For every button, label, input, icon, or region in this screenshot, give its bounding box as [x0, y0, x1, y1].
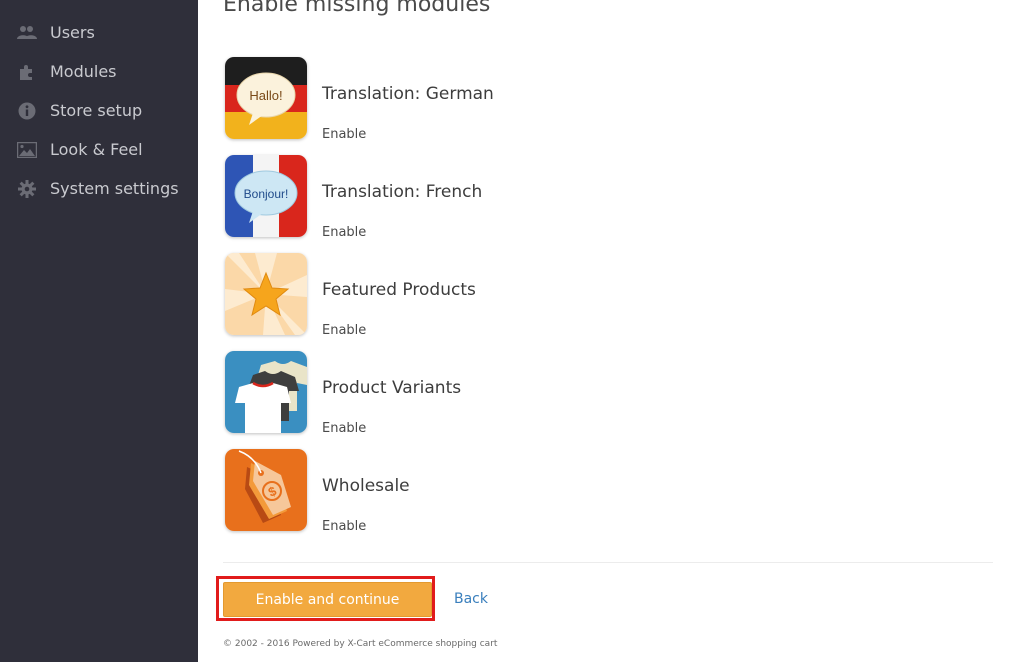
- enable-link[interactable]: Enable: [322, 225, 366, 240]
- sidebar-item-label: Look & Feel: [50, 140, 143, 159]
- puzzle-icon: [17, 62, 37, 82]
- users-icon: [17, 23, 37, 43]
- module-item: Hallo! Translation: German Enable: [225, 57, 925, 142]
- main-content: Enable missing modules Hallo! Translatio…: [198, 0, 1016, 662]
- star-icon: [225, 253, 307, 335]
- german-flag-speech-icon: Hallo!: [225, 57, 307, 139]
- german-icon-text: Hallo!: [249, 88, 282, 103]
- sidebar-item-label: Modules: [50, 62, 117, 81]
- module-item: Featured Products Enable: [225, 253, 925, 338]
- divider: [223, 562, 993, 563]
- info-icon: [17, 101, 37, 121]
- sidebar-item-modules[interactable]: Modules: [0, 52, 198, 91]
- back-link[interactable]: Back: [454, 591, 488, 607]
- enable-link[interactable]: Enable: [322, 127, 366, 142]
- module-name: Translation: German: [322, 84, 494, 104]
- module-name: Translation: French: [322, 182, 483, 202]
- sidebar-item-system-settings[interactable]: System settings: [0, 169, 198, 208]
- module-name: Wholesale: [322, 476, 410, 496]
- module-name: Product Variants: [322, 378, 462, 398]
- french-flag-speech-icon: Bonjour!: [225, 155, 307, 237]
- enable-link[interactable]: Enable: [322, 421, 366, 436]
- price-tags-icon: $: [225, 449, 307, 531]
- footer-text: © 2002 - 2016 Powered by X-Cart eCommerc…: [223, 639, 498, 649]
- sidebar-item-label: System settings: [50, 179, 179, 198]
- french-icon-text: Bonjour!: [244, 187, 289, 201]
- sidebar-item-look-feel[interactable]: Look & Feel: [0, 130, 198, 169]
- gear-icon: [17, 179, 37, 199]
- sidebar: Users Modules Store setup Look & Feel Sy…: [0, 0, 198, 662]
- sidebar-item-label: Store setup: [50, 101, 143, 120]
- image-icon: [17, 140, 37, 160]
- sidebar-item-store-setup[interactable]: Store setup: [0, 91, 198, 130]
- enable-link[interactable]: Enable: [322, 323, 366, 338]
- page-title: Enable missing modules: [223, 0, 491, 17]
- module-item: Bonjour! Translation: French Enable: [225, 155, 925, 240]
- sidebar-item-users[interactable]: Users: [0, 13, 198, 52]
- sidebar-item-label: Users: [50, 23, 95, 42]
- module-name: Featured Products: [322, 280, 476, 300]
- enable-and-continue-button[interactable]: Enable and continue: [223, 582, 432, 617]
- module-item: Product Variants Enable: [225, 351, 925, 436]
- module-item: $ Wholesale Enable: [225, 449, 925, 534]
- enable-link[interactable]: Enable: [322, 519, 366, 534]
- tshirts-icon: [225, 351, 307, 433]
